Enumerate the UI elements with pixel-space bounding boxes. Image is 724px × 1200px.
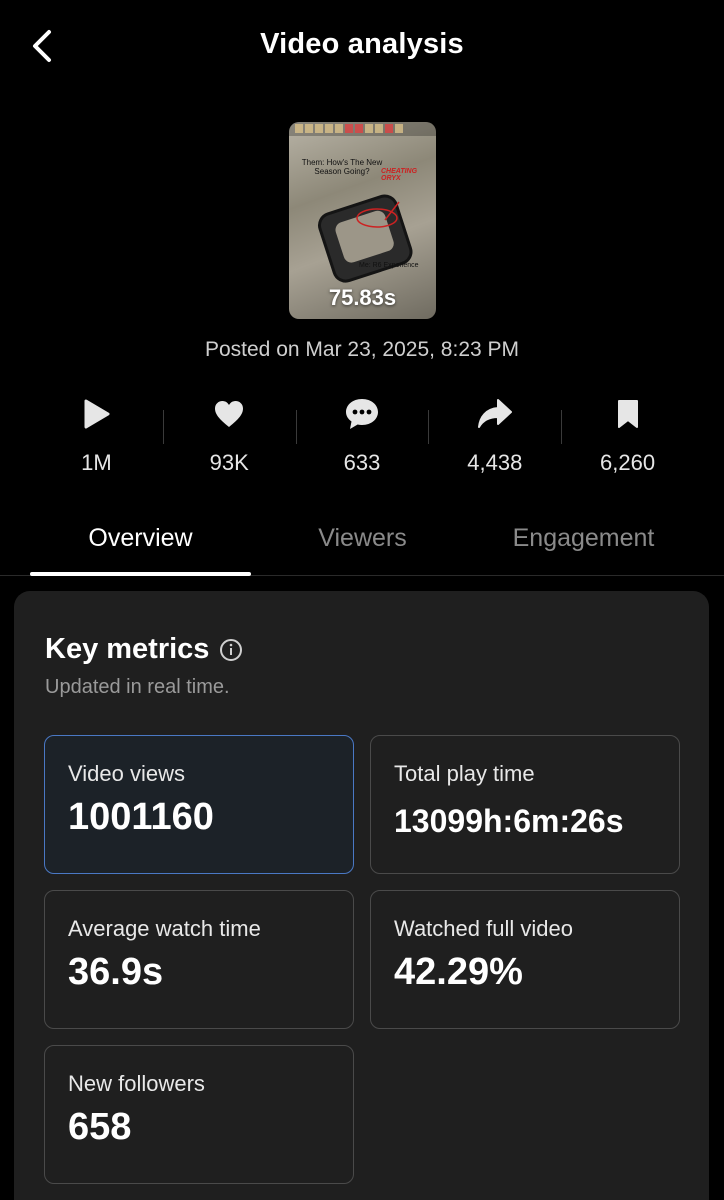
tab-viewers[interactable]: Viewers — [252, 524, 473, 553]
metric-watched-full-video[interactable]: Watched full video 42.29% — [370, 890, 680, 1029]
metric-value: 1001160 — [68, 796, 214, 838]
thumbnail-subcaption: Me: R6 Experience — [359, 262, 419, 269]
tab-engagement[interactable]: Engagement — [473, 524, 694, 553]
metric-value: 658 — [68, 1106, 132, 1148]
bookmark-icon — [617, 400, 638, 428]
metric-new-followers[interactable]: New followers 658 — [44, 1045, 354, 1184]
metric-value: 42.29% — [394, 951, 523, 993]
thumbnail-tag: CHEATING ORYX — [381, 168, 418, 182]
metric-label: Total play time — [394, 761, 535, 786]
stat-likes: 93K — [162, 392, 296, 482]
stat-value: 93K — [209, 450, 249, 475]
tab-overview[interactable]: Overview — [30, 524, 251, 553]
key-metrics-heading: Key metrics — [45, 633, 243, 666]
stat-saves: 6,260 — [561, 392, 694, 482]
key-metrics-card: Key metrics Updated in real time. Video … — [14, 591, 709, 1200]
header-bar: Video analysis — [0, 0, 724, 92]
video-thumbnail[interactable]: Them: How's The New Season Going? CHEATI… — [289, 122, 436, 319]
metric-label: New followers — [68, 1071, 205, 1096]
stat-value: 4,438 — [467, 450, 523, 475]
key-metrics-title: Key metrics — [45, 633, 210, 665]
metric-label: Average watch time — [68, 916, 261, 941]
stat-comments: 633 — [295, 392, 429, 482]
metric-value: 13099h:6m:26s — [394, 803, 624, 839]
video-duration: 75.83s — [328, 285, 397, 310]
thumbnail-caption: Them: How's The New Season Going? — [301, 158, 383, 176]
metric-average-watch-time[interactable]: Average watch time 36.9s — [44, 890, 354, 1029]
info-icon[interactable] — [219, 638, 243, 662]
comment-icon — [345, 399, 378, 429]
active-tab-indicator — [30, 572, 251, 576]
stat-views: 1M — [30, 392, 163, 482]
analysis-tabs: Overview Viewers Engagement — [0, 506, 724, 576]
stat-shares: 4,438 — [428, 392, 561, 482]
stat-value: 6,260 — [600, 450, 656, 475]
metric-label: Watched full video — [394, 916, 573, 941]
video-stats-row: 1M 93K 633 4,438 6,260 — [30, 392, 694, 482]
stat-value: 1M — [81, 450, 112, 475]
heart-icon — [215, 401, 244, 427]
share-icon — [477, 399, 512, 428]
metric-value: 36.9s — [68, 951, 164, 993]
metric-video-views[interactable]: Video views 1001160 — [44, 735, 354, 874]
stat-value: 633 — [343, 450, 381, 475]
holo-sight-graphic — [318, 194, 413, 283]
metric-total-play-time[interactable]: Total play time 13099h:6m:26s — [370, 735, 680, 874]
metric-label: Video views — [68, 761, 185, 786]
key-metrics-subtitle: Updated in real time. — [45, 676, 230, 698]
game-hud-strip — [289, 122, 436, 136]
posted-date: Posted on Mar 23, 2025, 8:23 PM — [204, 338, 520, 361]
play-icon — [84, 399, 110, 429]
page-title: Video analysis — [260, 28, 464, 60]
